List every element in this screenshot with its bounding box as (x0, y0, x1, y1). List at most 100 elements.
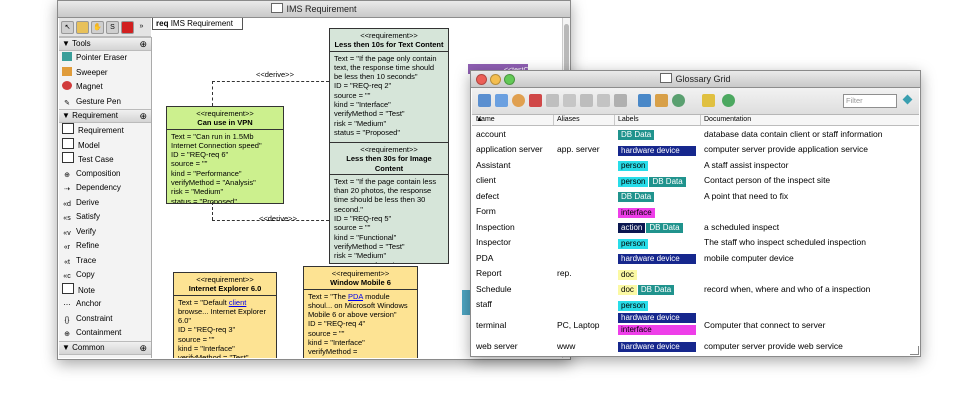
pointer-tool-icon[interactable]: ↖ (61, 21, 74, 34)
palette-item-requirement[interactable]: Requirement (59, 123, 151, 138)
palette-common-header[interactable]: ▼ Common ⊕ (59, 340, 151, 355)
label-badge[interactable]: hardware device (618, 313, 696, 323)
palette-item-trace[interactable]: «t Trace (59, 254, 151, 269)
palette-item-derive[interactable]: «d Derive (59, 196, 151, 211)
label-badge[interactable]: action (618, 223, 646, 234)
label-badge[interactable]: DB Data (618, 130, 655, 141)
label-badge[interactable]: interface (618, 207, 655, 218)
sketch-tool-icon[interactable]: S (106, 21, 119, 34)
palette-requirement-header[interactable]: ▼ Requirement ⊕ (59, 109, 151, 123)
requirement-less-than-30s[interactable]: <<requirement>> Less then 30s for Image C… (329, 142, 449, 264)
derive-edge-label: <<derive>> (259, 214, 297, 223)
derive-edge-label: <<derive>> (256, 70, 294, 79)
label-badge[interactable]: person (618, 176, 649, 187)
new-term-icon[interactable] (495, 94, 508, 107)
chart-icon[interactable] (638, 94, 651, 107)
label-badge[interactable]: DB Data (637, 285, 675, 296)
palette-item-model[interactable]: Model (59, 137, 151, 153)
glossary-window-titlebar[interactable]: Glossary Grid (471, 71, 920, 88)
glossary-row[interactable]: Inspector person The staff who inspect sch… (472, 235, 919, 251)
refresh-icon[interactable] (722, 94, 735, 107)
label-badge[interactable]: doc (618, 285, 637, 296)
document-icon[interactable] (580, 94, 593, 107)
palette-item-satisfy[interactable]: «s Satisfy (59, 210, 151, 225)
find-icon[interactable] (702, 94, 715, 107)
requirement-window-titlebar[interactable]: IMS Requirement (58, 1, 570, 18)
palette-item-constraint[interactable]: {} Constraint (59, 312, 151, 327)
hand-tool-icon[interactable]: ✋ (91, 21, 104, 34)
palette-item-refine[interactable]: «r Refine (59, 239, 151, 254)
glossary-row[interactable]: account DB Data database data contain clie… (472, 126, 919, 142)
derive-edge[interactable] (212, 81, 329, 82)
label-badge[interactable]: person (618, 300, 649, 311)
link-icon[interactable] (672, 94, 685, 107)
minimize-button[interactable] (490, 74, 501, 85)
column-header-name[interactable]: Name ▲ (476, 115, 495, 125)
glossary-row[interactable]: Form interface (472, 204, 919, 220)
label-badge[interactable]: hardware device (618, 254, 696, 265)
palette-item-pointer-eraser[interactable]: Pointer Eraser (59, 51, 151, 66)
close-button[interactable] (476, 74, 487, 85)
column-header-labels[interactable]: Labels (618, 115, 639, 125)
palette-item-gesture-pen[interactable]: ✎ Gesture Pen (59, 95, 151, 110)
requirement-internet-explorer[interactable]: <<requirement>> Internet Explorer 6.0 Tex… (173, 272, 277, 358)
constraint-icon: {} (64, 316, 70, 324)
glossary-row[interactable]: staff person (472, 297, 919, 313)
lock-icon[interactable] (76, 21, 89, 34)
glossary-row[interactable]: defect DB Data A point that need to fix (472, 188, 919, 204)
glossary-link[interactable]: PDA (348, 292, 363, 301)
label-badge[interactable]: DB Data (618, 192, 655, 203)
column-header-aliases[interactable]: Aliases (557, 115, 580, 125)
document-icon[interactable] (546, 94, 559, 107)
stop-icon[interactable] (121, 21, 134, 34)
label-badge[interactable]: hardware device (618, 342, 696, 353)
requirement-less-than-10s[interactable]: <<requirement>> Less then 10s for Text Co… (329, 28, 449, 151)
column-header-documentation[interactable]: Documentation (704, 115, 751, 125)
label-badge[interactable]: doc (618, 269, 637, 280)
glossary-link[interactable]: client (229, 298, 247, 307)
palette-item-composition[interactable]: ⊕ Composition (59, 167, 151, 182)
filter-input[interactable]: Filter (843, 94, 897, 108)
palette-tools-header[interactable]: ▼ Tools ⊕ (59, 37, 151, 51)
derive-edge[interactable] (212, 81, 213, 106)
palette-item-note[interactable]: Note (59, 282, 151, 298)
grid-icon (660, 73, 673, 83)
label-badge[interactable]: DB Data (646, 223, 683, 234)
palette-item-magnet[interactable]: Magnet (59, 80, 151, 95)
label-badge[interactable]: interface (618, 325, 696, 335)
palette-item-test-case[interactable]: Test Case (59, 152, 151, 167)
glossary-row[interactable]: PDA hardware device mobile computer device (472, 250, 919, 266)
user-icon[interactable] (512, 94, 525, 107)
glossary-row[interactable]: Schedule doc DB Data record when, where and… (472, 281, 919, 297)
glossary-row[interactable]: Inspection action DB Data a scheduled inspe… (472, 219, 919, 235)
palette-item-sweeper[interactable]: Sweeper (59, 66, 151, 81)
palette-item-containment[interactable]: ⊕ Containment (59, 326, 151, 341)
glossary-row[interactable]: application server app. server hardware de… (472, 142, 919, 158)
palette-icon[interactable] (529, 94, 542, 107)
label-badge[interactable]: hardware device (618, 145, 696, 156)
label-badge[interactable]: person (618, 161, 649, 172)
wand-icon[interactable] (614, 94, 627, 107)
resize-grip-icon[interactable] (910, 346, 919, 355)
palette-item-verify[interactable]: «v Verify (59, 225, 151, 240)
glossary-row[interactable]: Report rep. doc (472, 266, 919, 282)
new-term-icon[interactable] (478, 94, 491, 107)
requirement-window-mobile[interactable]: <<requirement>> Window Mobile 6 Text = "T… (303, 266, 418, 358)
glossary-row[interactable]: client person DB Data Contact person of the… (472, 173, 919, 189)
chevron-down-icon[interactable]: » (136, 21, 147, 32)
filter-options-icon[interactable] (902, 94, 913, 105)
layout-icon[interactable] (655, 94, 668, 107)
glossary-row[interactable]: Assistant person A staff assist inspector (472, 157, 919, 173)
glossary-row[interactable]: terminal PC, Laptop hardware device interfa… (472, 312, 919, 338)
palette-item-copy[interactable]: «c Copy (59, 268, 151, 283)
requirement-vpn[interactable]: <<requirement>> Can use in VPN Text = "Ca… (166, 106, 284, 204)
label-badge[interactable]: DB Data (649, 176, 686, 187)
label-badge[interactable]: person (618, 238, 649, 249)
palette-item-dependency[interactable]: ⇢ Dependency (59, 181, 151, 196)
glossary-row[interactable]: web server www hardware device computer ser… (472, 338, 919, 354)
palette-item-anchor[interactable]: ⋯ Anchor (59, 297, 151, 312)
document-icon[interactable] (563, 94, 576, 107)
derive-edge[interactable] (212, 202, 213, 220)
zoom-button[interactable] (504, 74, 515, 85)
document-icon[interactable] (597, 94, 610, 107)
